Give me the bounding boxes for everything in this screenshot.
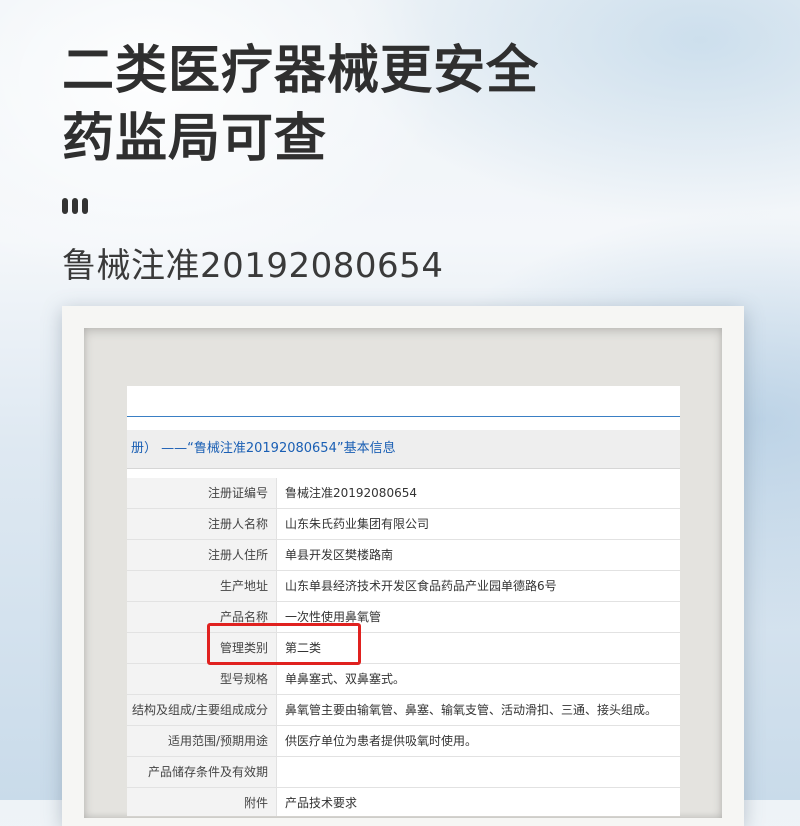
table-row: 注册证编号 鲁械注准20192080654 xyxy=(127,478,680,509)
table-row: 产品储存条件及有效期 xyxy=(127,757,680,788)
highlight-box xyxy=(207,623,361,665)
row-value: 产品技术要求 xyxy=(285,796,358,810)
row-label: 注册人住所 xyxy=(127,540,277,570)
row-value: 鲁械注准20192080654 xyxy=(285,486,417,500)
table-row: 结构及组成/主要组成成分 鼻氧管主要由输氧管、鼻塞、输氧支管、活动滑扣、三通、接头… xyxy=(127,695,680,726)
row-value: 单县开发区樊楼路南 xyxy=(285,548,394,562)
document-header: 册） ——“鲁械注准20192080654”基本信息 xyxy=(127,430,680,469)
row-value: 鼻氧管主要由输氧管、鼻塞、输氧支管、活动滑扣、三通、接头组成。 xyxy=(285,703,658,717)
row-label: 生产地址 xyxy=(127,571,277,601)
decorative-bars-icon xyxy=(62,198,88,214)
row-value: 山东单县经济技术开发区食品药品产业园单德路6号 xyxy=(285,579,557,593)
row-label: 注册人名称 xyxy=(127,509,277,539)
row-label: 注册证编号 xyxy=(127,478,277,508)
row-label: 型号规格 xyxy=(127,664,277,694)
row-value xyxy=(277,757,285,787)
table-row: 型号规格 单鼻塞式、双鼻塞式。 xyxy=(127,664,680,695)
document-header-title: 册） ——“鲁械注准20192080654”基本信息 xyxy=(131,441,396,456)
row-label: 结构及组成/主要组成成分 xyxy=(127,695,277,725)
headline-line-1: 二类医疗器械更安全 xyxy=(62,41,540,101)
registration-document: 册） ——“鲁械注准20192080654”基本信息 注册证编号 鲁械注准2019… xyxy=(127,386,680,816)
row-label: 附件 xyxy=(127,788,277,816)
table-row: 附件 产品技术要求 xyxy=(127,788,680,816)
document-top-rule xyxy=(127,416,680,417)
headline-line-2: 药监局可查 xyxy=(62,109,328,169)
table-row: 适用范围/预期用途 供医疗单位为患者提供吸氧时使用。 xyxy=(127,726,680,757)
row-value: 供医疗单位为患者提供吸氧时使用。 xyxy=(285,734,478,748)
row-value: 单鼻塞式、双鼻塞式。 xyxy=(285,672,406,686)
row-label: 产品储存条件及有效期 xyxy=(127,757,277,787)
row-value: 山东朱氏药业集团有限公司 xyxy=(285,517,430,531)
table-row: 注册人住所 单县开发区樊楼路南 xyxy=(127,540,680,571)
registration-number: 鲁械注准20192080654 xyxy=(62,246,444,286)
table-row: 生产地址 山东单县经济技术开发区食品药品产业园单德路6号 xyxy=(127,571,680,602)
row-label: 适用范围/预期用途 xyxy=(127,726,277,756)
table-row: 注册人名称 山东朱氏药业集团有限公司 xyxy=(127,509,680,540)
